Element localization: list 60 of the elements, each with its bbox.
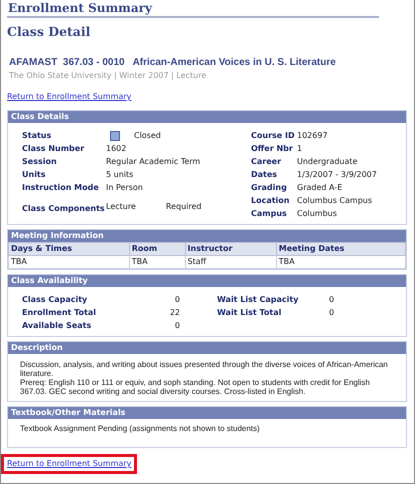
section-header: Class Availability xyxy=(8,275,406,287)
field-label: Class Number xyxy=(22,144,86,154)
field-value: 22 xyxy=(168,308,180,318)
field-label: Location xyxy=(251,196,290,206)
field-value: Lecture xyxy=(106,202,136,212)
field-label: Dates xyxy=(251,170,278,180)
course-subtitle: The Ohio State University | Winter 2007 | Lecture xyxy=(8,71,208,81)
field-label: Session xyxy=(22,157,58,167)
status-closed-icon xyxy=(110,131,120,141)
field-label: Campus xyxy=(251,209,288,219)
field-value: 1 xyxy=(297,144,304,154)
field-value: Undergraduate xyxy=(297,157,358,167)
field-value: Required xyxy=(166,202,202,212)
field-label: Wait List Total xyxy=(217,308,282,318)
field-value: 0 xyxy=(174,321,180,331)
field-value: 1/3/2007 - 3/9/2007 xyxy=(297,170,377,180)
description-text: Discussion, analysis, and writing about issues presented through the diverse voices of African-American literature. xyxy=(20,360,389,378)
table-cell: Staff xyxy=(185,256,276,268)
field-label: Units xyxy=(22,170,47,180)
course-title: AFAMAST 367.03 - 0010 African-American Voices in U. S. Literature xyxy=(8,57,336,69)
field-label: Wait List Capacity xyxy=(217,295,300,305)
field-label: Available Seats xyxy=(22,321,92,331)
description-text: Textbook Assignment Pending (assignments not shown to students) xyxy=(20,424,261,433)
section-header: Description xyxy=(8,342,406,354)
section-header: Meeting Information xyxy=(8,230,406,242)
field-label: Class Components xyxy=(22,204,106,214)
field-label: Instruction Mode xyxy=(22,183,100,193)
field-label: Grading xyxy=(251,183,288,193)
field-value: 5 units xyxy=(106,170,134,180)
field-label: Enrollment Total xyxy=(22,308,98,318)
field-label: Class Capacity xyxy=(22,295,88,305)
field-label: Offer Nbr xyxy=(251,144,294,154)
field-label: Course ID xyxy=(251,131,296,141)
field-value: Closed xyxy=(134,131,161,141)
page-heading: Class Detail xyxy=(7,24,92,40)
field-value: Columbus xyxy=(297,209,338,219)
field-value: Graded A-E xyxy=(297,183,344,193)
column-header: Days & Times xyxy=(8,242,130,256)
table-cell: TBA xyxy=(129,256,186,268)
field-value: 102697 xyxy=(297,131,329,141)
field-value: Regular Academic Term xyxy=(106,157,202,167)
field-label: Career xyxy=(251,157,282,167)
field-value: In Person xyxy=(106,183,144,193)
table-cell: TBA xyxy=(8,256,130,268)
return-link[interactable]: Return to Enrollment Summary xyxy=(1,454,138,474)
field-value: 0 xyxy=(329,308,334,318)
description-text: Prereq: English 110 or 111 or equiv, and soph standing. Not open to students with credit for English 367.03. GEC second writing and social diversity courses. Cross-listed in English. xyxy=(20,378,371,396)
field-value: 0 xyxy=(174,295,180,305)
field-value: 0 xyxy=(329,295,334,305)
table-cell: TBA xyxy=(276,256,406,268)
field-value: Columbus Campus xyxy=(297,196,374,206)
page-title: Enrollment Summary xyxy=(7,0,379,18)
field-value: 1602 xyxy=(106,144,128,154)
section-header: Textbook/Other Materials xyxy=(8,407,406,419)
column-header: Instructor xyxy=(185,242,276,256)
column-header: Room xyxy=(129,242,186,256)
column-header: Meeting Dates xyxy=(276,242,406,256)
field-label: Status xyxy=(22,131,52,141)
return-link[interactable]: Return to Enrollment Summary xyxy=(1,87,138,107)
section-header: Class Details xyxy=(8,111,406,123)
